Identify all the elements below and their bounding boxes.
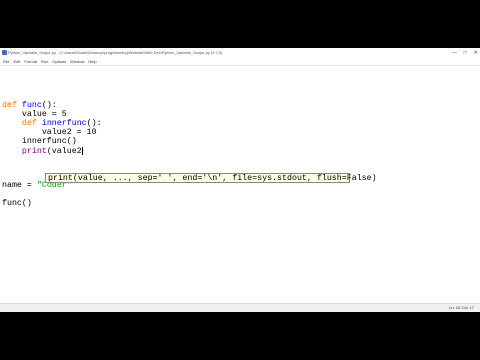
text-cursor bbox=[81, 147, 83, 155]
menu-file[interactable]: File bbox=[3, 58, 9, 65]
menu-edit[interactable]: Edit bbox=[13, 58, 20, 65]
window-title: Python_Variable_Scope.py - C:\Users\Owai… bbox=[8, 50, 223, 55]
code-text: (value2 bbox=[46, 147, 82, 157]
window-controls: — □ ✕ bbox=[452, 49, 478, 57]
code-text: (): bbox=[86, 119, 102, 128]
menu-run[interactable]: Run bbox=[41, 58, 48, 65]
keyword: def bbox=[21, 119, 37, 128]
code-line-8: func() bbox=[2, 199, 32, 208]
maximize-button[interactable]: □ bbox=[464, 49, 467, 57]
menu-help[interactable]: Help bbox=[88, 58, 96, 65]
menu-format[interactable]: Format bbox=[24, 58, 37, 65]
code-line-7: name = "Coder" bbox=[2, 181, 72, 191]
menu-window[interactable]: Window bbox=[70, 58, 84, 65]
close-button[interactable]: ✕ bbox=[474, 49, 478, 57]
title-bar[interactable]: Python_Variable_Scope.py - C:\Users\Owai… bbox=[0, 48, 480, 58]
function-name: innerfunc bbox=[41, 119, 87, 128]
calltip: print(value, ..., sep=' ', end='\n', fil… bbox=[45, 173, 377, 183]
menu-options[interactable]: Options bbox=[52, 58, 66, 65]
builtin-name: print bbox=[21, 147, 47, 157]
code-text: (): bbox=[41, 101, 57, 110]
minimize-button[interactable]: — bbox=[452, 49, 457, 57]
calltip-text: print(value, ..., sep=' ', end='\n', fil… bbox=[48, 174, 377, 183]
code-line-6: print(value2 bbox=[2, 147, 83, 157]
code-text: name = bbox=[2, 181, 37, 190]
status-bar: Ln: 10 Col: 17 bbox=[0, 303, 480, 312]
cursor-position: Ln: 10 Col: 17 bbox=[449, 305, 474, 310]
idle-editor-window: Python_Variable_Scope.py - C:\Users\Owai… bbox=[0, 48, 480, 312]
code-editor[interactable]: def func(): value = 5 def innerfunc(): v… bbox=[0, 65, 480, 304]
keyword: def bbox=[2, 101, 17, 110]
python-app-icon bbox=[2, 50, 7, 55]
menu-bar: File Edit Format Run Options Window Help bbox=[0, 58, 480, 65]
code-line-5: innerfunc() bbox=[2, 137, 77, 146]
function-name: func bbox=[21, 101, 42, 110]
